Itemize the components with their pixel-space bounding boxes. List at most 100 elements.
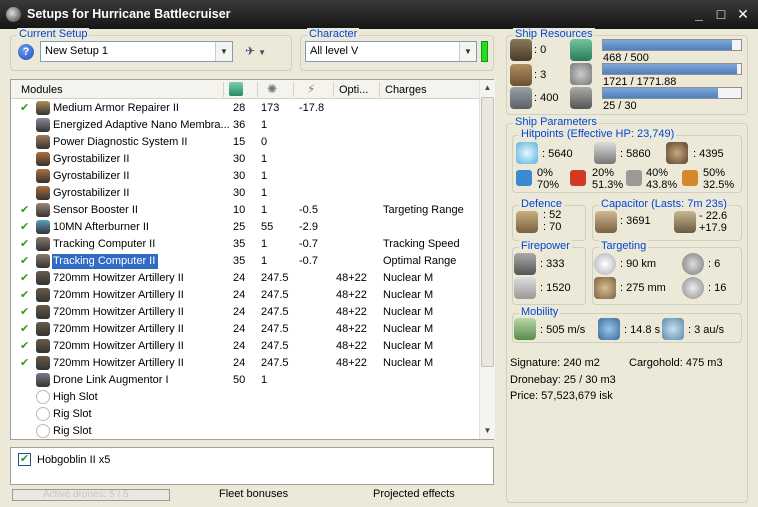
armor-hp: : 5860 bbox=[620, 148, 651, 160]
window-title: Setups for Hurricane Battlecruiser bbox=[27, 7, 231, 21]
character-select[interactable]: All level V ▼ bbox=[305, 41, 477, 62]
targeting-label: Targeting bbox=[599, 240, 649, 252]
module-row[interactable]: Power Diagnostic System II 15 0 bbox=[11, 134, 479, 151]
module-row[interactable]: Energized Adaptive Nano Membra... 36 1 bbox=[11, 117, 479, 134]
module-row[interactable]: ✔ Tracking Computer II 35 1 -0.7 Optimal Rang… bbox=[11, 253, 479, 270]
module-active-check-icon[interactable]: ✔ bbox=[20, 271, 29, 284]
maximize-button[interactable]: □ bbox=[712, 6, 730, 22]
scroll-thumb[interactable] bbox=[481, 97, 494, 367]
module-pg: 1 bbox=[261, 374, 268, 386]
module-opti: 48+22 bbox=[336, 289, 367, 301]
module-charges[interactable]: Nuclear M bbox=[383, 323, 433, 335]
drone-checkbox[interactable]: ✔ bbox=[18, 453, 31, 466]
module-active-check-icon[interactable]: ✔ bbox=[20, 356, 29, 369]
module-charges[interactable]: Tracking Speed bbox=[383, 238, 460, 250]
module-active-check-icon[interactable]: ✔ bbox=[20, 322, 29, 335]
module-row[interactable]: ✔ 720mm Howitzer Artillery II 24 247.5 48+22… bbox=[11, 270, 479, 287]
powergrid-icon bbox=[570, 63, 592, 85]
modules-scrollbar[interactable]: ▲ ▼ bbox=[479, 80, 495, 439]
module-active-check-icon[interactable]: ✔ bbox=[20, 288, 29, 301]
module-pg: 1 bbox=[261, 170, 268, 182]
module-row[interactable]: High Slot bbox=[11, 389, 479, 406]
capacitor-column-icon[interactable]: ⚡ bbox=[307, 82, 315, 96]
module-row[interactable]: ✔ 720mm Howitzer Artillery II 24 247.5 48+22… bbox=[11, 287, 479, 304]
drones-list[interactable]: ✔ Hobgoblin II x5 bbox=[10, 447, 494, 485]
drone-name: Hobgoblin II x5 bbox=[37, 454, 111, 466]
cargohold: Cargohold: 475 m3 bbox=[629, 357, 723, 369]
module-row[interactable]: ✔ 720mm Howitzer Artillery II 24 247.5 48+22… bbox=[11, 338, 479, 355]
module-icon bbox=[36, 220, 50, 234]
module-mod: -0.7 bbox=[299, 255, 318, 267]
module-charges[interactable]: Nuclear M bbox=[383, 289, 433, 301]
header-charges[interactable]: Charges bbox=[385, 84, 427, 96]
module-row[interactable]: Gyrostabilizer II 30 1 bbox=[11, 151, 479, 168]
module-name: Power Diagnostic System II bbox=[53, 136, 188, 148]
module-row[interactable]: Gyrostabilizer II 30 1 bbox=[11, 168, 479, 185]
module-row[interactable]: Drone Link Augmentor I 50 1 bbox=[11, 372, 479, 389]
fleet-bonuses-button[interactable]: Fleet bonuses bbox=[219, 488, 288, 500]
module-active-check-icon[interactable]: ✔ bbox=[20, 305, 29, 318]
powergrid-column-icon[interactable]: ✺ bbox=[267, 82, 277, 96]
warp-speed-icon bbox=[662, 318, 684, 340]
module-row[interactable]: ✔ 720mm Howitzer Artillery II 24 247.5 48+22… bbox=[11, 304, 479, 321]
minimize-button[interactable]: _ bbox=[690, 6, 708, 22]
module-icon bbox=[36, 118, 50, 132]
module-charges[interactable]: Nuclear M bbox=[383, 340, 433, 352]
module-icon bbox=[36, 203, 50, 217]
header-modules[interactable]: Modules bbox=[21, 84, 63, 96]
module-active-check-icon[interactable]: ✔ bbox=[20, 101, 29, 114]
turret-hardpoints: : 0 bbox=[534, 44, 547, 56]
character-status-indicator bbox=[481, 41, 488, 62]
module-active-check-icon[interactable]: ✔ bbox=[20, 339, 29, 352]
module-charges[interactable]: Targeting Range bbox=[383, 204, 464, 216]
cpu-column-icon[interactable] bbox=[229, 82, 243, 96]
bottom-bar: Active drones: 5 / 5 Fleet bonuses Proje… bbox=[0, 486, 500, 507]
module-active-check-icon[interactable]: ✔ bbox=[20, 237, 29, 250]
module-name: Gyrostabilizer II bbox=[53, 153, 130, 165]
module-row[interactable]: Rig Slot bbox=[11, 423, 479, 440]
module-icon bbox=[36, 390, 50, 404]
module-cpu: 35 bbox=[233, 255, 246, 267]
module-charges[interactable]: Nuclear M bbox=[383, 272, 433, 284]
ship-parameters-label: Ship Parameters bbox=[513, 116, 599, 128]
module-cpu: 24 bbox=[233, 323, 246, 335]
module-icon bbox=[36, 254, 50, 268]
help-icon[interactable]: ? bbox=[18, 44, 34, 60]
module-cpu: 24 bbox=[233, 340, 246, 352]
module-row[interactable]: ✔ Sensor Booster II 10 1 -0.5 Targeting Range bbox=[11, 202, 479, 219]
module-row[interactable]: ✔ 720mm Howitzer Artillery II 24 247.5 48+22… bbox=[11, 321, 479, 338]
module-active-check-icon[interactable]: ✔ bbox=[20, 203, 29, 216]
armor-icon bbox=[594, 142, 616, 164]
header-optimal[interactable]: Opti... bbox=[339, 84, 368, 96]
module-row[interactable]: ✔ 10MN Afterburner II 25 55 -2.9 bbox=[11, 219, 479, 236]
launcher-hardpoints: : 3 bbox=[534, 69, 547, 81]
scroll-up-icon[interactable]: ▲ bbox=[480, 80, 495, 96]
scroll-down-icon[interactable]: ▼ bbox=[480, 423, 495, 439]
module-row[interactable]: ✔ Medium Armor Repairer II 28 173 -17.8 bbox=[11, 100, 479, 117]
setup-select[interactable]: New Setup 1 ▼ bbox=[40, 41, 233, 62]
kinetic-resist: 40% bbox=[646, 167, 669, 179]
module-name: Drone Link Augmentor I bbox=[53, 374, 169, 386]
em-resist-icon bbox=[516, 170, 532, 186]
module-charges[interactable]: Nuclear M bbox=[383, 357, 433, 369]
close-button[interactable]: ✕ bbox=[734, 6, 752, 22]
module-row[interactable]: Rig Slot bbox=[11, 406, 479, 423]
modules-list[interactable]: Modules ✺ ⚡ Opti... Charges ✔ Medium Armo… bbox=[10, 79, 495, 440]
module-row[interactable]: Gyrostabilizer II 30 1 bbox=[11, 185, 479, 202]
module-row[interactable]: ✔ Tracking Computer II 35 1 -0.7 Tracking Spe… bbox=[11, 236, 479, 253]
module-active-check-icon[interactable]: ✔ bbox=[20, 220, 29, 233]
module-charges[interactable]: Optimal Range bbox=[383, 255, 456, 267]
ship-tools-icon[interactable]: ✈ ▼ bbox=[245, 44, 273, 60]
calibration-icon bbox=[570, 87, 592, 109]
module-active-check-icon[interactable]: ✔ bbox=[20, 254, 29, 267]
module-charges[interactable]: Nuclear M bbox=[383, 306, 433, 318]
module-name: Tracking Computer II bbox=[53, 238, 156, 250]
em-resist: 0% bbox=[537, 167, 553, 179]
kinetic-resist-icon bbox=[626, 170, 642, 186]
projected-effects-button[interactable]: Projected effects bbox=[373, 488, 455, 500]
module-cpu: 28 bbox=[233, 102, 246, 114]
module-row[interactable]: ✔ 720mm Howitzer Artillery II 24 247.5 48+22… bbox=[11, 355, 479, 372]
dps: : 333 bbox=[540, 258, 565, 270]
thermal-resist-icon bbox=[570, 170, 586, 186]
module-name: 720mm Howitzer Artillery II bbox=[53, 340, 184, 352]
